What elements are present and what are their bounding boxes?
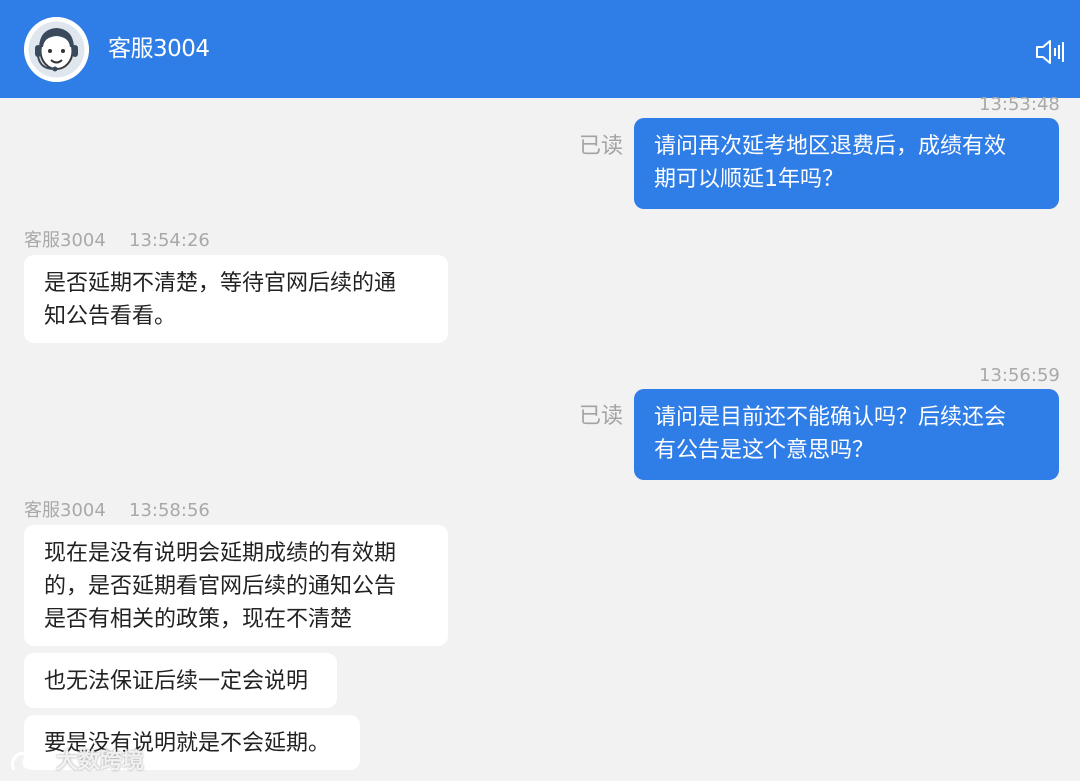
message-timestamp: 13:53:48	[979, 94, 1060, 115]
message-bubble-sent[interactable]: 请问再次延考地区退费后，成绩有效 期可以顺延1年吗？	[634, 118, 1059, 209]
watermark-text: 大数跨境	[56, 749, 145, 774]
message-timestamp: 13:58:56	[129, 500, 210, 521]
agent-name: 客服3004	[108, 36, 210, 62]
message-line: 期可以顺延1年吗？	[654, 167, 844, 192]
message-line: 有公告是这个意思吗？	[654, 438, 875, 463]
message-line: 知公告看看。	[44, 304, 177, 329]
message-line: 现在是没有说明会延期成绩的有效期	[44, 541, 397, 566]
message-bubble-sent[interactable]: 请问是目前还不能确认吗？后续还会 有公告是这个意思吗？	[634, 389, 1059, 480]
message-line: 请问是目前还不能确认吗？后续还会	[654, 405, 1007, 430]
read-status: 已读	[579, 134, 624, 159]
sender-name: 客服3004	[24, 500, 106, 521]
speaker-icon[interactable]	[1034, 38, 1068, 66]
message-bubble-received[interactable]: 现在是没有说明会延期成绩的有效期 的，是否延期看官网后续的通知公告 是否有相关的…	[24, 525, 448, 646]
message-bubble-received[interactable]: 也无法保证后续一定会说明	[24, 653, 337, 708]
message-line: 是否延期不清楚，等待官网后续的通	[44, 271, 397, 296]
chat-header: 客服3004	[0, 0, 1080, 98]
message-line: 的，是否延期看官网后续的通知公告	[44, 574, 397, 599]
message-timestamp: 13:56:59	[979, 365, 1060, 386]
message-line: 是否有相关的政策，现在不清楚	[44, 607, 353, 632]
message-bubble-received[interactable]: 是否延期不清楚，等待官网后续的通 知公告看看。	[24, 255, 448, 343]
message-line: 也无法保证后续一定会说明	[44, 669, 309, 694]
message-line: 请问再次延考地区退费后，成绩有效	[654, 134, 1007, 159]
sender-name: 客服3004	[24, 230, 106, 251]
watermark-logo-icon	[10, 752, 51, 771]
support-agent-icon[interactable]	[24, 17, 89, 82]
read-status: 已读	[579, 404, 624, 429]
message-timestamp: 13:54:26	[129, 230, 210, 251]
